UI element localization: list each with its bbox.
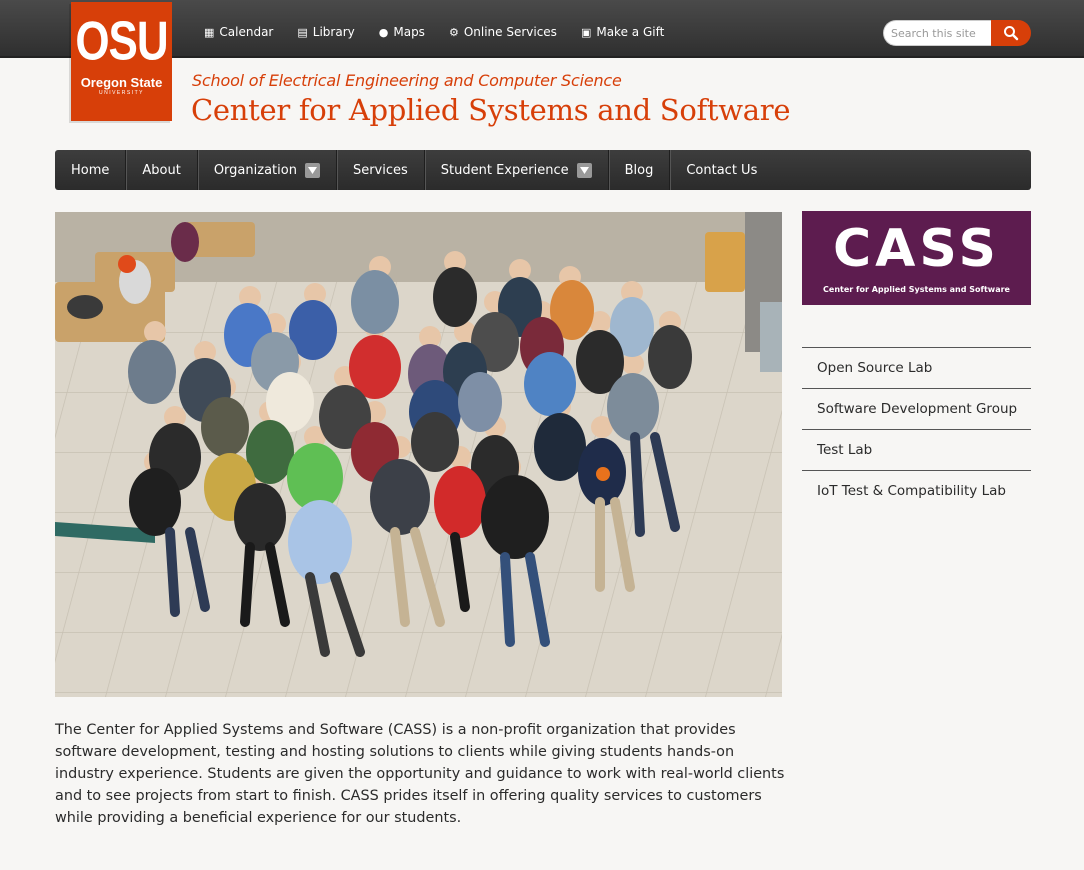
nav-about-label: About [142,162,181,178]
search-button[interactable] [991,20,1031,46]
gift-icon: ▣ [580,25,592,39]
site-title[interactable]: Center for Applied Systems and Software [191,93,791,127]
calendar-link-label: Calendar [219,25,274,39]
book-icon: ▤ [297,25,308,39]
sidebar-item-iot-test-compatibility-lab[interactable]: IoT Test & Compatibility Lab [802,470,1031,511]
make-a-gift-link[interactable]: ▣ Make a Gift [581,24,664,40]
dropdown-arrow-icon[interactable] [576,162,592,178]
gears-icon: ⚙ [448,25,459,39]
cass-logo[interactable]: CASS Center for Applied Systems and Soft… [802,211,1031,305]
nav-services-label: Services [352,162,408,178]
group-photo-illustration [55,212,782,697]
logo-oregon-state-text: Oregon State [80,75,163,90]
sidebar-item-software-development-group[interactable]: Software Development Group [802,388,1031,429]
library-link-label: Library [312,25,355,39]
sidebar-item-label: Test Lab [817,442,873,458]
dropdown-arrow-icon[interactable] [304,162,320,178]
intro-paragraph: The Center for Applied Systems and Softw… [55,722,785,826]
nav-blog[interactable]: Blog [609,150,671,190]
group-photo [55,212,782,697]
sidebar-item-label: Open Source Lab [817,360,933,376]
cass-logo-text: CASS [833,219,1000,279]
nav-services[interactable]: Services [337,150,425,190]
nav-blog-label: Blog [624,162,654,178]
nav-student-experience[interactable]: Student Experience [425,150,609,190]
nav-organization[interactable]: Organization [198,150,337,190]
nav-contact-us[interactable]: Contact Us [670,150,773,190]
search-icon [1004,26,1019,41]
sidebar-item-open-source-lab[interactable]: Open Source Lab [802,347,1031,388]
maps-link-label: Maps [393,25,425,39]
nav-contact-us-label: Contact Us [686,162,758,178]
site-search [883,20,1031,46]
sidebar-item-label: IoT Test & Compatibility Lab [817,483,1006,499]
logo-osu-text: OSU [75,10,168,72]
make-a-gift-link-label: Make a Gift [596,25,665,39]
nav-organization-label: Organization [213,162,297,178]
nav-home[interactable]: Home [55,150,127,190]
cass-logo-subtitle: Center for Applied Systems and Software [823,285,1010,294]
nav-about[interactable]: About [126,150,198,190]
search-input[interactable] [883,20,991,46]
sidebar-menu: Open Source Lab Software Development Gro… [802,347,1031,511]
library-link[interactable]: ▤ Library [297,24,354,40]
main-navigation: Home About Organization Services Student… [55,150,1031,190]
calendar-link[interactable]: ▦ Calendar [204,24,273,40]
school-link[interactable]: School of Electrical Engineering and Com… [192,71,622,90]
osu-logo[interactable]: OSU Oregon State UNIVERSITY [71,2,172,121]
map-marker-icon: ● [378,25,389,39]
sidebar-item-test-lab[interactable]: Test Lab [802,429,1031,470]
utility-links: ▦ Calendar ▤ Library ● Maps ⚙ Online Ser… [204,24,664,40]
online-services-link-label: Online Services [463,25,557,39]
nav-student-experience-label: Student Experience [440,162,569,178]
nav-home-label: Home [71,162,110,178]
logo-university-text: UNIVERSITY [98,90,144,96]
online-services-link[interactable]: ⚙ Online Services [449,24,557,40]
calendar-icon: ▦ [204,25,215,39]
sidebar-item-label: Software Development Group [817,401,1018,417]
maps-link[interactable]: ● Maps [379,24,425,40]
